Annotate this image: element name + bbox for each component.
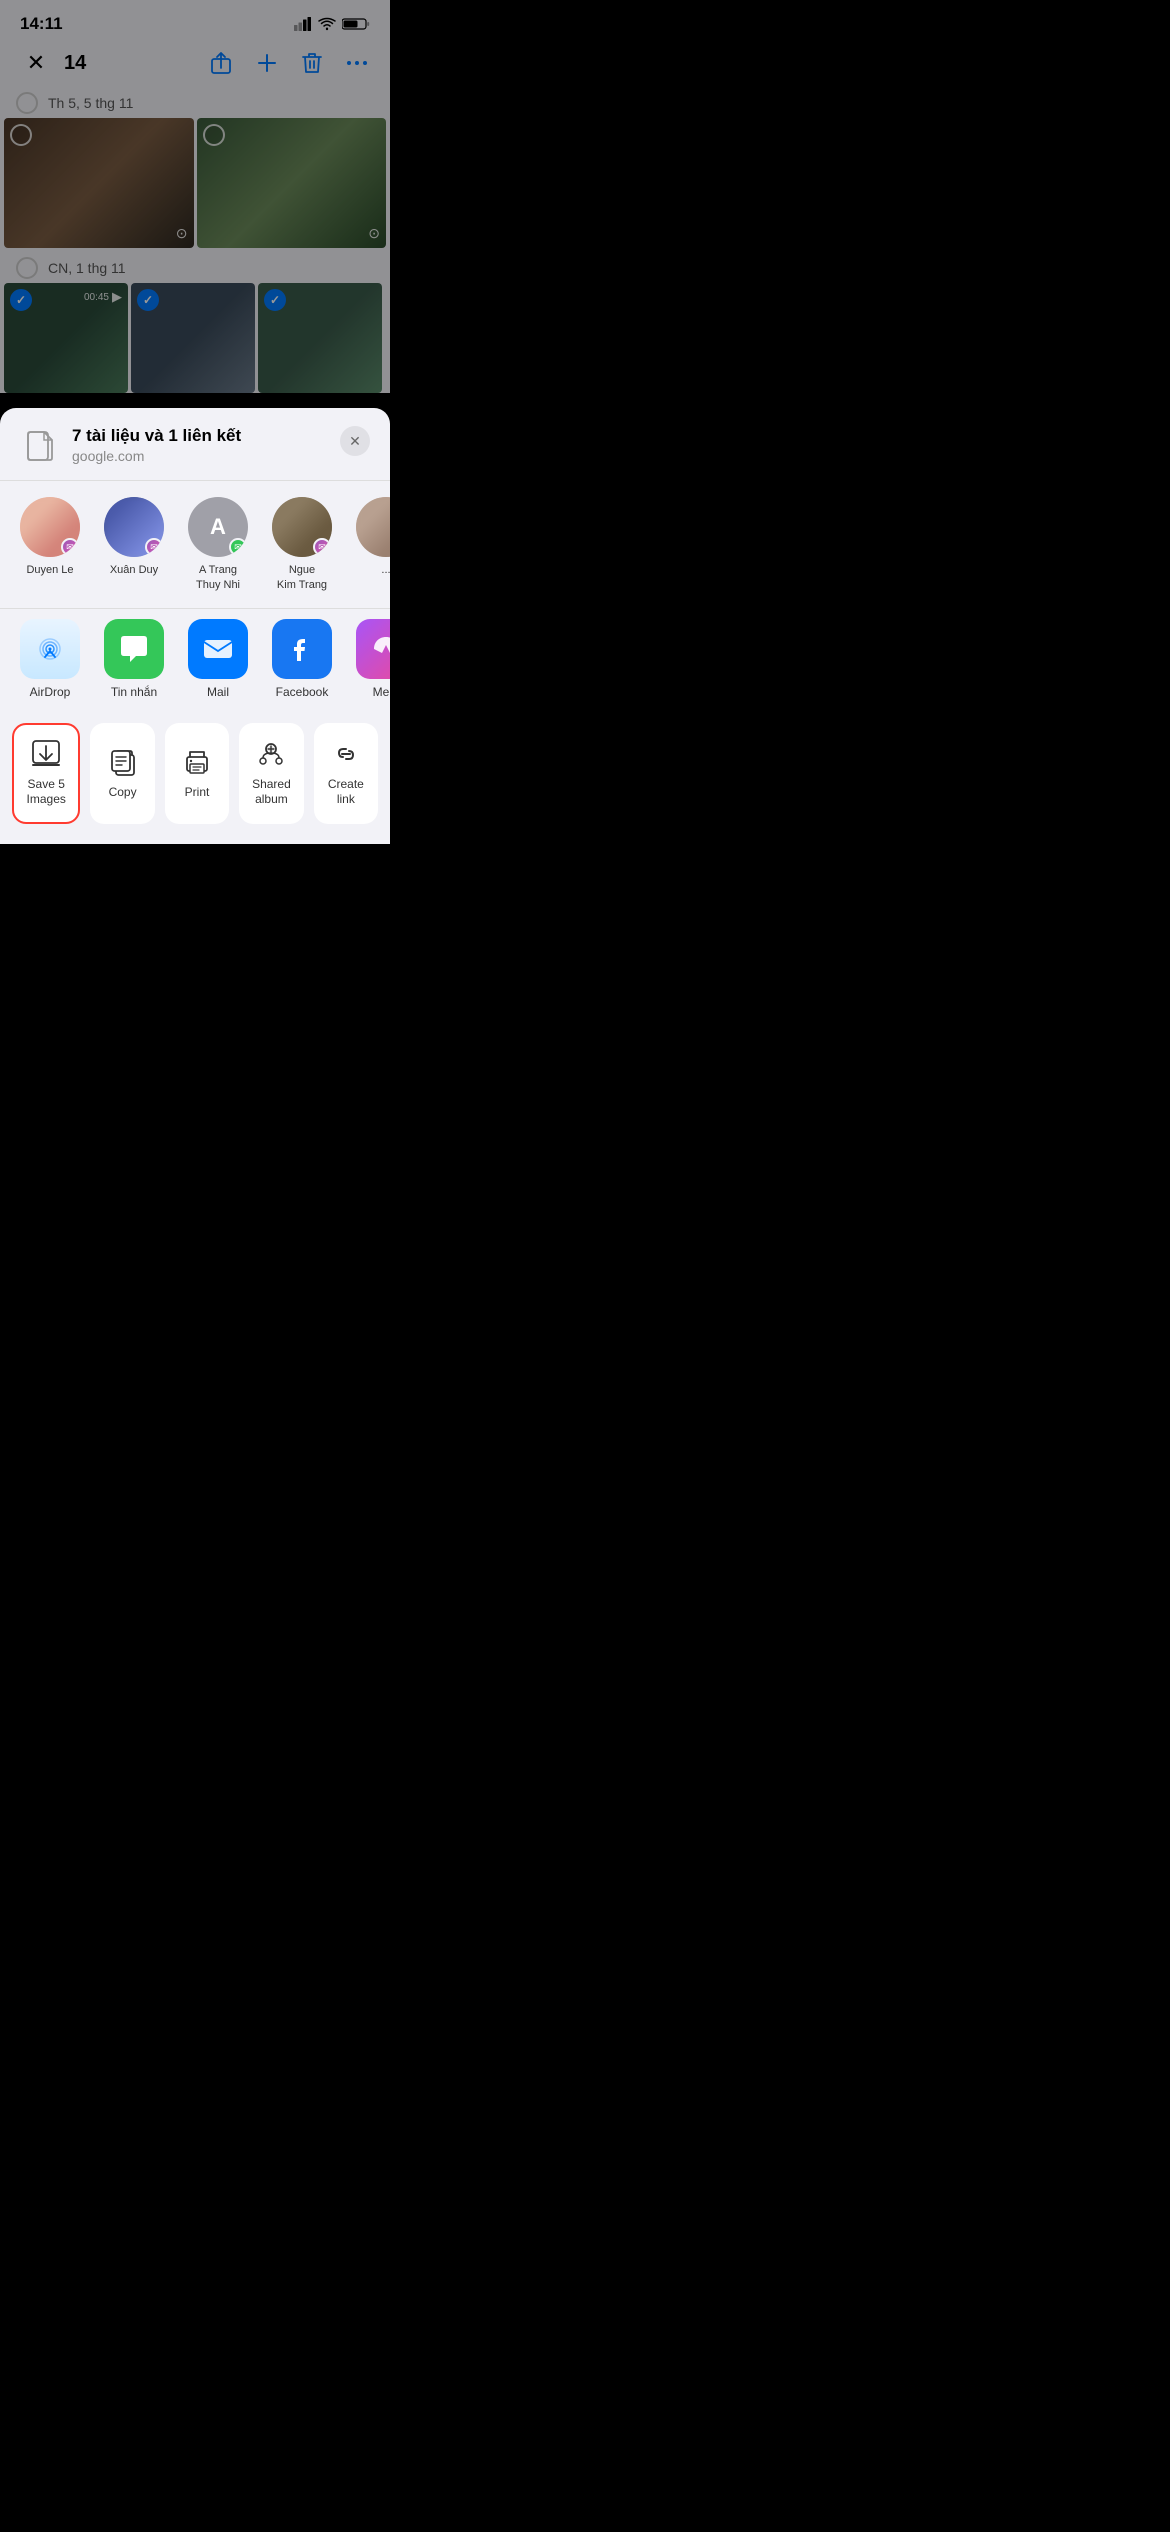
contact-item-4[interactable]: ✉ NgueKim Trang bbox=[268, 497, 336, 592]
create-link-button[interactable]: Create link bbox=[314, 723, 378, 824]
contact-avatar-5 bbox=[356, 497, 390, 557]
contact-name-3: A TrangThuy Nhi bbox=[196, 563, 240, 592]
app-item-mail[interactable]: Mail bbox=[184, 619, 252, 699]
app-item-facebook[interactable]: Facebook bbox=[268, 619, 336, 699]
contact-avatar-1: ✉ bbox=[20, 497, 80, 557]
contact-name-2: Xuân Duy bbox=[110, 563, 158, 577]
messages-app-icon bbox=[104, 619, 164, 679]
contact-name-4: NgueKim Trang bbox=[277, 563, 327, 592]
app-item-airdrop[interactable]: AirDrop bbox=[16, 619, 84, 699]
share-doc-icon bbox=[20, 426, 60, 466]
contact-avatar-3: A ✉ bbox=[188, 497, 248, 557]
contact-item-5[interactable]: ... bbox=[352, 497, 390, 592]
airdrop-icon bbox=[20, 619, 80, 679]
shared-album-button[interactable]: Sharedalbum bbox=[239, 723, 303, 824]
copy-icon bbox=[108, 747, 138, 777]
contacts-row: ✉ Duyen Le ✉ Xuân Duy A ✉ bbox=[0, 481, 390, 608]
contact-avatar-2: ✉ bbox=[104, 497, 164, 557]
more-app-icon bbox=[356, 619, 390, 679]
app-label-more: Me... bbox=[373, 685, 390, 699]
app-label-facebook: Facebook bbox=[276, 685, 329, 699]
contact-avatar-4: ✉ bbox=[272, 497, 332, 557]
save-images-label: Save 5Images bbox=[27, 777, 66, 808]
contact-name-1: Duyen Le bbox=[26, 563, 73, 577]
contact-item-3[interactable]: A ✉ A TrangThuy Nhi bbox=[184, 497, 252, 592]
contact-item-1[interactable]: ✉ Duyen Le bbox=[16, 497, 84, 592]
share-subtitle: google.com bbox=[72, 448, 340, 464]
actions-row: Save 5Images Copy bbox=[0, 715, 390, 834]
app-label-airdrop: AirDrop bbox=[30, 685, 71, 699]
contact-badge-3: ✉ bbox=[229, 538, 247, 556]
create-link-label: Create link bbox=[322, 777, 370, 808]
save-images-icon bbox=[31, 739, 61, 769]
app-label-messages: Tin nhắn bbox=[111, 685, 157, 699]
contact-item-2[interactable]: ✉ Xuân Duy bbox=[100, 497, 168, 592]
share-close-button[interactable]: ✕ bbox=[340, 426, 370, 456]
copy-label: Copy bbox=[109, 785, 137, 801]
print-label: Print bbox=[185, 785, 210, 801]
mail-app-icon bbox=[188, 619, 248, 679]
share-sheet: 7 tài liệu và 1 liên kết google.com ✕ ✉ … bbox=[0, 408, 390, 844]
create-link-icon bbox=[331, 739, 361, 769]
shared-album-icon bbox=[256, 739, 286, 769]
app-label-mail: Mail bbox=[207, 685, 229, 699]
app-item-messages[interactable]: Tin nhắn bbox=[100, 619, 168, 699]
contact-name-5: ... bbox=[381, 563, 390, 577]
app-item-more[interactable]: Me... bbox=[352, 619, 390, 699]
save-images-button[interactable]: Save 5Images bbox=[12, 723, 80, 824]
share-title: 7 tài liệu và 1 liên kết bbox=[72, 426, 340, 446]
share-header: 7 tài liệu và 1 liên kết google.com ✕ bbox=[0, 408, 390, 481]
shared-album-label: Sharedalbum bbox=[252, 777, 291, 808]
print-icon bbox=[182, 747, 212, 777]
copy-button[interactable]: Copy bbox=[90, 723, 154, 824]
apps-row: AirDrop Tin nhắn Mail bbox=[0, 608, 390, 715]
print-button[interactable]: Print bbox=[165, 723, 229, 824]
facebook-app-icon bbox=[272, 619, 332, 679]
